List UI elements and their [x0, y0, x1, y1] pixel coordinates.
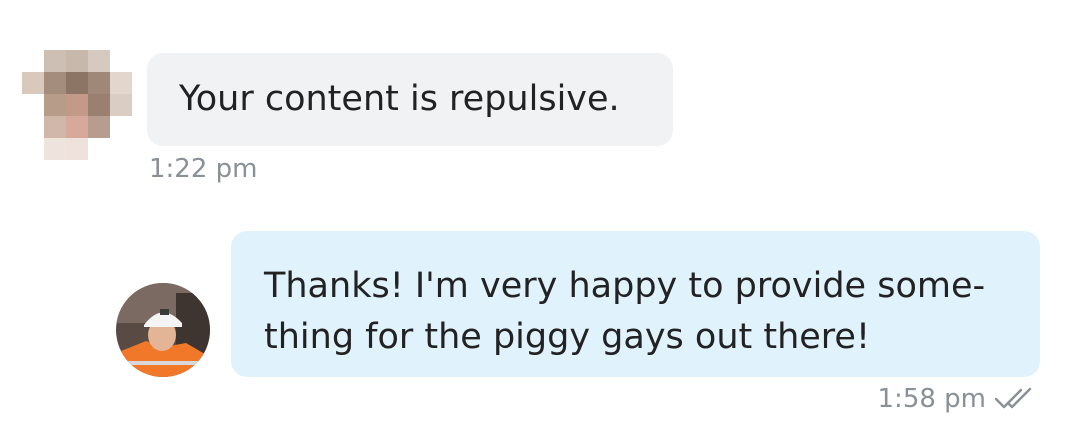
outgoing-message-line: Thanks! I'm very happy to provide some-: [264, 266, 986, 306]
incoming-message-text: Your content is repulsive.: [179, 79, 620, 119]
chat-thread: Your content is repulsive. 1:22 pm Thank…: [0, 0, 1080, 425]
user-avatar-image: [116, 283, 210, 377]
double-check-icon: [994, 387, 1032, 409]
incoming-message-timestamp: 1:22 pm: [149, 154, 258, 184]
user-avatar[interactable]: [116, 283, 210, 377]
outgoing-message-meta: 1:58 pm: [878, 384, 1040, 414]
sender-avatar[interactable]: [22, 50, 132, 160]
outgoing-message-timestamp: 1:58 pm: [877, 384, 986, 414]
outgoing-message-bubble[interactable]: Thanks! I'm very happy to provide some- …: [231, 231, 1040, 377]
outgoing-message-line: thing for the piggy gays out there!: [264, 317, 870, 357]
incoming-message-bubble[interactable]: Your content is repulsive.: [147, 53, 673, 146]
